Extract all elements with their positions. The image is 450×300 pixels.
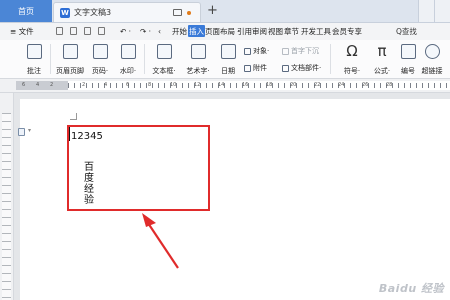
hyperlink-label: 超链接 [421, 67, 443, 75]
undo-icon[interactable]: ↶ · [120, 23, 131, 40]
baidu-watermark: Baidu 经验 [378, 282, 444, 295]
comment-button[interactable]: 批注 [16, 42, 52, 78]
paperclip-icon [244, 64, 251, 72]
tab-document-title: 文字文稿3 [74, 8, 112, 17]
menu-section[interactable]: 章节 [284, 23, 299, 40]
watermark-label: 水印· [119, 67, 137, 75]
ribbon-divider [330, 44, 331, 74]
window-restore-button[interactable] [418, 0, 435, 22]
more-icon[interactable]: ‹ [158, 23, 161, 40]
ruler-label: 10 [170, 82, 177, 88]
file-menu[interactable]: ≡ 文件 [10, 23, 34, 40]
menu-member[interactable]: 会员专享 [332, 23, 362, 40]
ruler-label: 22 [314, 82, 321, 88]
ruler-label: 20 [290, 82, 297, 88]
ruler-label: 6 [126, 82, 130, 88]
calendar-icon [220, 44, 236, 59]
insert-ribbon: 批注 页眉页脚 页码· 水印· 文本框· 艺术字· 日期 对象· 首字下沉 附件… [0, 40, 450, 79]
page-number-icon [92, 44, 108, 59]
ruler-label: 12 [194, 82, 201, 88]
text-box-icon [156, 44, 172, 59]
text-box-label: 文本框· [152, 67, 176, 75]
tab-home[interactable]: 首页 [0, 0, 52, 22]
horizontal-ruler[interactable]: 6 4 2 2 4 6 8 10 12 14 16 18 20 22 24 26… [0, 79, 450, 93]
doc-parts-icon [282, 64, 289, 72]
object-label: 对象· [253, 47, 270, 55]
drop-cap-label: 首字下沉 [291, 47, 319, 55]
menu-references[interactable]: 引用 [237, 23, 252, 40]
art-text-icon [190, 44, 206, 59]
ruler-numbers: 6 4 2 2 4 6 8 10 12 14 16 18 20 22 24 26… [0, 79, 450, 92]
menu-page-layout[interactable]: 页面布局 [205, 23, 235, 40]
comment-icon [26, 44, 42, 59]
menu-developer[interactable]: 开发工具 [301, 23, 331, 40]
wps-writer-window: 首页 W 文字文稿3 + ≡ 文件 ↶ · ↷ · ‹ 开始 插入 页面布局 引… [0, 0, 450, 300]
header-footer-icon [62, 44, 78, 59]
ruler-label: 26 [362, 82, 369, 88]
ruler-label: 2 [50, 82, 54, 88]
print-preview-icon[interactable] [98, 27, 105, 35]
attachment-button[interactable]: 附件 [244, 63, 267, 73]
object-icon [244, 47, 251, 55]
ribbon-divider [50, 44, 51, 74]
doc-parts-label: 文档部件· [291, 64, 322, 72]
comment-label: 批注 [27, 67, 41, 75]
monitor-icon[interactable] [173, 9, 182, 16]
unsaved-indicator-icon [187, 10, 191, 15]
annotation-highlight-box [67, 125, 210, 211]
menu-bar: ≡ 文件 ↶ · ↷ · ‹ 开始 插入 页面布局 引用 审阅 视图 章节 开发… [0, 23, 450, 40]
tab-document[interactable]: W 文字文稿3 [53, 2, 201, 22]
redo-icon[interactable]: ↷ · [140, 23, 151, 40]
doc-parts-button[interactable]: 文档部件· [282, 63, 321, 73]
chevron-down-icon[interactable]: ▾ [28, 127, 31, 134]
save-icon[interactable] [70, 27, 77, 35]
writer-doc-icon: W [60, 7, 70, 18]
drop-cap-button[interactable]: 首字下沉 [282, 46, 319, 56]
ruler-label: 4 [36, 82, 40, 88]
drop-cap-icon [282, 47, 289, 55]
ruler-label: 6 [22, 82, 26, 88]
title-bar: 首页 W 文字文稿3 + [0, 0, 450, 23]
watermark-icon [120, 44, 136, 59]
hyperlink-button[interactable]: 超链接 [414, 42, 450, 78]
menu-start[interactable]: 开始 [172, 23, 187, 40]
vertical-ruler[interactable] [0, 93, 14, 300]
menu-insert[interactable]: 插入 [188, 25, 205, 37]
ruler-label: 18 [266, 82, 273, 88]
new-tab-button[interactable]: + [207, 2, 218, 20]
ribbon-divider [144, 44, 145, 74]
ruler-label: 2 [82, 82, 86, 88]
ruler-label: 8 [148, 82, 152, 88]
object-button[interactable]: 对象· [244, 46, 269, 56]
ruler-label: 14 [218, 82, 225, 88]
paragraph-layout-icon[interactable] [18, 128, 25, 136]
menu-view[interactable]: 视图 [268, 23, 283, 40]
print-icon[interactable] [84, 27, 91, 35]
date-label: 日期 [221, 67, 235, 75]
ruler-label: 16 [242, 82, 249, 88]
menu-review[interactable]: 审阅 [252, 23, 267, 40]
vertical-ruler-scale [2, 113, 11, 300]
text-box-button[interactable]: 文本框· [146, 42, 182, 78]
watermark-button[interactable]: 水印· [110, 42, 146, 78]
ruler-label: 24 [338, 82, 345, 88]
open-folder-icon[interactable] [56, 27, 63, 35]
link-icon [424, 44, 440, 59]
search-button[interactable]: Q查找 [396, 25, 417, 38]
window-close-button[interactable] [434, 0, 450, 22]
page-corner-mark [70, 113, 77, 120]
date-button[interactable]: 日期 [210, 42, 246, 78]
attachment-label: 附件 [253, 64, 267, 72]
ruler-label: 28 [386, 82, 393, 88]
ruler-label: 4 [104, 82, 108, 88]
